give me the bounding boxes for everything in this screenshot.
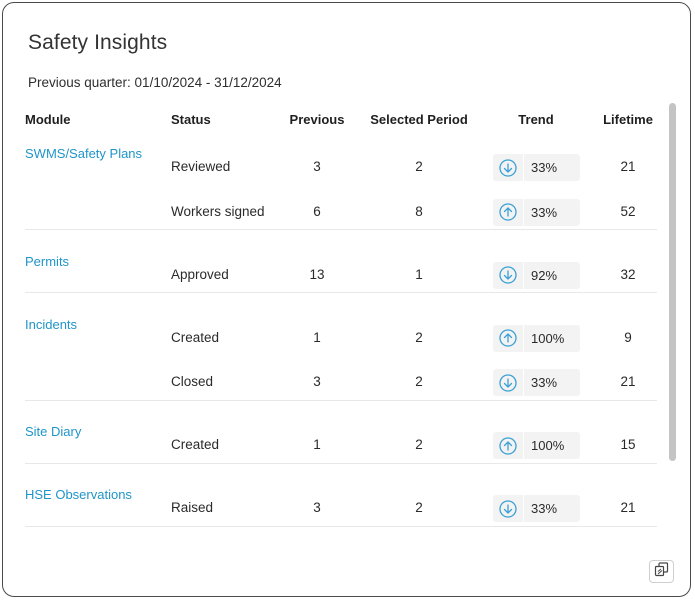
lifetime-cell: 15 — [620, 437, 636, 452]
status-cell: Workers signed — [171, 203, 265, 219]
previous-cell: 3 — [313, 374, 321, 389]
selected-period-cell: 8 — [415, 203, 423, 219]
selected-period-cell: 2 — [415, 329, 423, 345]
insights-table: Module Status Previous Selected Period T… — [25, 100, 657, 528]
selected-period-cell: 2 — [415, 500, 423, 515]
trend-badge: 33% — [493, 154, 580, 181]
lifetime-cell: 21 — [620, 500, 636, 515]
panel-title: Safety Insights — [28, 31, 168, 54]
lifetime-cell: 9 — [624, 329, 632, 345]
trend-percent: 92% — [531, 267, 558, 283]
selected-period-cell: 1 — [415, 266, 423, 282]
period-subtitle: Previous quarter: 01/10/2024 - 31/12/202… — [28, 75, 282, 90]
previous-cell: 3 — [313, 500, 321, 515]
lifetime-cell: 21 — [620, 374, 636, 389]
trend-percent: 100% — [531, 330, 565, 346]
arrow-down-circle-icon — [493, 154, 524, 181]
previous-cell: 3 — [313, 159, 321, 174]
lifetime-cell: 21 — [620, 159, 636, 174]
group-divider — [25, 462, 657, 464]
arrow-up-circle-icon — [493, 324, 524, 352]
previous-cell: 13 — [309, 266, 325, 282]
module-link[interactable]: Site Diary — [25, 424, 81, 439]
trend-percent: 33% — [531, 204, 558, 220]
arrow-down-circle-icon — [493, 369, 524, 396]
status-cell: Reviewed — [171, 159, 231, 174]
copy-button[interactable] — [649, 560, 674, 583]
module-link[interactable]: Incidents — [25, 317, 77, 332]
header-trend: Trend — [518, 112, 554, 127]
previous-cell: 1 — [313, 437, 321, 452]
table-scrollbar[interactable] — [669, 103, 676, 461]
group-divider — [25, 292, 657, 293]
group-divider — [25, 525, 657, 527]
status-cell: Raised — [171, 500, 214, 515]
header-lifetime: Lifetime — [603, 112, 653, 127]
status-cell: Created — [171, 437, 220, 452]
arrow-down-circle-icon — [493, 495, 524, 522]
module-link[interactable]: HSE Observations — [25, 487, 132, 502]
selected-period-cell: 2 — [415, 437, 423, 452]
trend-percent: 33% — [531, 501, 558, 516]
trend-badge: 33% — [493, 198, 580, 226]
module-link[interactable]: Permits — [25, 254, 69, 269]
selected-period-cell: 2 — [415, 374, 423, 389]
trend-percent: 33% — [531, 160, 558, 175]
header-status: Status — [171, 112, 211, 127]
previous-cell: 6 — [313, 203, 321, 219]
previous-cell: 1 — [313, 329, 321, 345]
lifetime-cell: 32 — [620, 266, 636, 282]
arrow-up-circle-icon — [493, 432, 524, 459]
trend-badge: 92% — [493, 261, 580, 289]
status-cell: Approved — [171, 266, 229, 282]
group-divider — [25, 399, 657, 401]
trend-badge: 33% — [493, 495, 580, 522]
trend-percent: 100% — [531, 438, 565, 453]
trend-badge: 100% — [493, 324, 580, 352]
selected-period-cell: 2 — [415, 159, 423, 174]
arrow-down-circle-icon — [493, 261, 524, 289]
lifetime-cell: 52 — [620, 203, 636, 219]
arrow-up-circle-icon — [493, 198, 524, 226]
trend-badge: 33% — [493, 369, 580, 396]
group-divider — [25, 229, 657, 230]
copy-icon — [654, 561, 669, 582]
header-module: Module — [25, 112, 71, 127]
header-selected-period: Selected Period — [370, 112, 468, 127]
status-cell: Closed — [171, 374, 214, 389]
header-previous: Previous — [289, 112, 345, 127]
status-cell: Created — [171, 329, 220, 345]
trend-badge: 100% — [493, 432, 580, 459]
module-link[interactable]: SWMS/Safety Plans — [25, 146, 142, 161]
trend-percent: 33% — [531, 375, 558, 390]
